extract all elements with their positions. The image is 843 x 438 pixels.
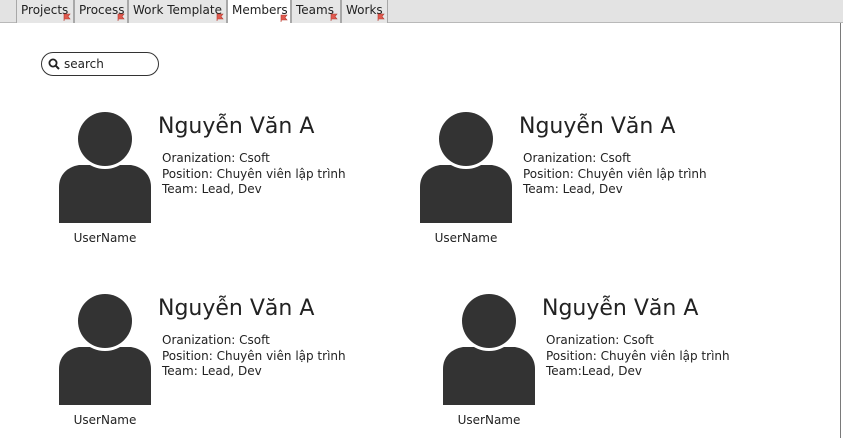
- tab-label: Teams: [296, 3, 334, 17]
- flag-icon: [330, 13, 338, 21]
- user-avatar-icon: [443, 293, 535, 405]
- member-position: Position: Chuyên viên lập trình: [523, 166, 707, 181]
- search-icon: [48, 58, 60, 70]
- username-label: UserName: [73, 231, 137, 245]
- member-position: Position: Chuyên viên lập trình: [546, 348, 730, 363]
- member-organization: Oranization: Csoft: [162, 151, 270, 165]
- tab-bar: Projects Process Work Template Members T…: [0, 0, 843, 24]
- tab-label: Work Template: [133, 3, 222, 17]
- member-info: Oranization: Csoft Position: Chuyên viên…: [162, 333, 346, 380]
- search-box[interactable]: [41, 52, 159, 76]
- member-organization: Oranization: Csoft: [523, 151, 631, 165]
- member-card[interactable]: UserName Nguyễn Văn A Oranization: Csoft…: [420, 111, 750, 251]
- username-label: UserName: [434, 231, 498, 245]
- member-card[interactable]: UserName Nguyễn Văn A Oranization: Csoft…: [59, 111, 389, 251]
- member-team: Team: Lead, Dev: [162, 364, 262, 378]
- member-team: Team: Lead, Dev: [162, 182, 262, 196]
- tab-process[interactable]: Process: [74, 0, 128, 23]
- tab-projects[interactable]: Projects: [16, 0, 74, 23]
- tab-label: Projects: [21, 3, 69, 17]
- member-card[interactable]: UserName Nguyễn Văn A Oranization: Csoft…: [59, 293, 389, 433]
- tab-work-template[interactable]: Work Template: [128, 0, 227, 23]
- username-label: UserName: [73, 413, 137, 427]
- search-input[interactable]: [60, 57, 154, 71]
- member-name: Nguyễn Văn A: [519, 114, 676, 139]
- member-team: Team: Lead, Dev: [523, 182, 623, 196]
- member-position: Position: Chuyên viên lập trình: [162, 166, 346, 181]
- member-card[interactable]: UserName Nguyễn Văn A Oranization: Csoft…: [443, 293, 773, 433]
- user-avatar-icon: [59, 111, 151, 223]
- flag-icon: [63, 13, 71, 21]
- member-name: Nguyễn Văn A: [542, 296, 699, 321]
- member-organization: Oranization: Csoft: [546, 333, 654, 347]
- member-info: Oranization: Csoft Position: Chuyên viên…: [523, 151, 707, 198]
- tab-teams[interactable]: Teams: [291, 0, 341, 23]
- flag-icon: [280, 14, 288, 22]
- member-name: Nguyễn Văn A: [158, 114, 315, 139]
- tab-members[interactable]: Members: [227, 0, 291, 24]
- tab-works[interactable]: Works: [341, 0, 388, 23]
- member-position: Position: Chuyên viên lập trình: [162, 348, 346, 363]
- member-info: Oranization: Csoft Position: Chuyên viên…: [546, 333, 730, 380]
- member-team: Team:Lead, Dev: [546, 364, 642, 378]
- flag-icon: [117, 13, 125, 21]
- member-name: Nguyễn Văn A: [158, 296, 315, 321]
- user-avatar-icon: [420, 111, 512, 223]
- flag-icon: [216, 13, 224, 21]
- member-info: Oranization: Csoft Position: Chuyên viên…: [162, 151, 346, 198]
- username-label: UserName: [457, 413, 521, 427]
- flag-icon: [377, 13, 385, 21]
- user-avatar-icon: [59, 293, 151, 405]
- member-organization: Oranization: Csoft: [162, 333, 270, 347]
